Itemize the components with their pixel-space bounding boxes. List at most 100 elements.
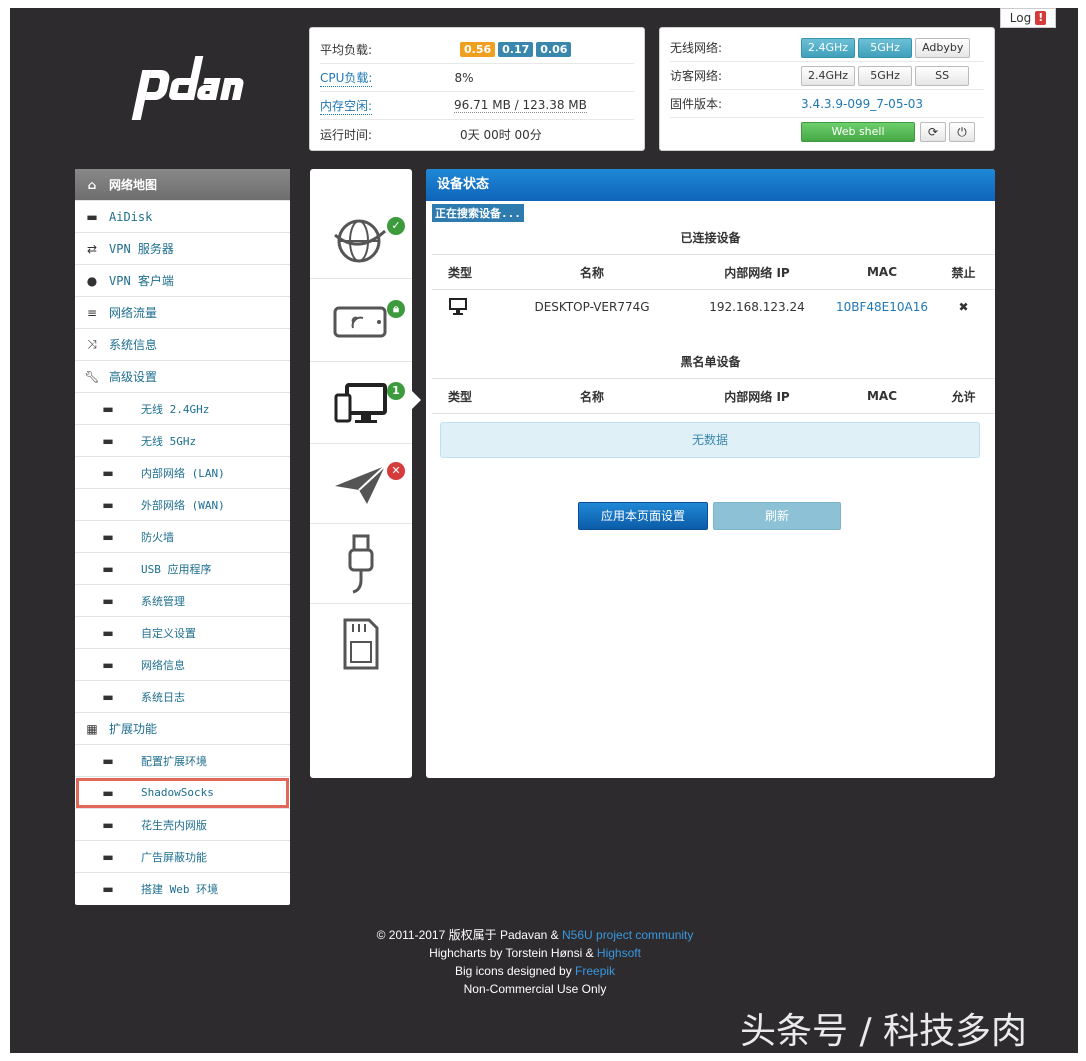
web-shell-button[interactable]: Web shell — [801, 122, 915, 142]
log-label: Log — [1009, 11, 1032, 25]
dash-icon: ▬ — [102, 433, 114, 448]
sidebar-label: 无线 2.4GHz — [141, 402, 210, 416]
dash-icon: ▬ — [102, 561, 114, 576]
guest-2g-button[interactable]: 2.4GHz — [801, 65, 856, 86]
check-icon: ✓ — [387, 217, 405, 235]
load-1min-badge: 0.56 — [460, 42, 496, 57]
sidebar-subitem-shadowsocks[interactable]: ▬ ShadowSocks — [75, 777, 290, 809]
panel-title: 设备状态 — [426, 169, 995, 201]
sidebar-label: 网络地图 — [109, 178, 158, 192]
col-allow: 允许 — [951, 389, 976, 404]
highsoft-link[interactable]: Highsoft — [597, 946, 641, 960]
device-mac-link[interactable]: 10BF48E10A16 — [832, 300, 932, 314]
load-row: 平均负载: 0.56 0.17 0.06 — [320, 36, 634, 64]
home-icon: ⌂ — [87, 177, 97, 192]
sidebar-subitem-firewall[interactable]: ▬ 防火墙 — [75, 521, 290, 553]
random-icon: ⤨ — [87, 337, 97, 351]
lock-icon: 🔒︎ — [387, 300, 405, 318]
guest-5g-button[interactable]: 5GHz — [858, 65, 913, 86]
col-mac: MAC — [866, 265, 898, 279]
connected-devices-title: 已连接设备 — [680, 231, 741, 245]
project-community-link[interactable]: N56U project community — [562, 928, 693, 942]
list-icon: ≡ — [86, 305, 98, 320]
copyright-text: © 2011-2017 版权属于 Padavan & — [376, 928, 562, 942]
no-data-message: 无数据 — [440, 422, 980, 458]
drive-icon: ▬ — [86, 209, 98, 224]
sidebar-subitem-wan[interactable]: ▬ 外部网络 (WAN) — [75, 489, 290, 521]
copyright-line: © 2011-2017 版权属于 Padavan & N56U project … — [300, 926, 770, 944]
sidebar-item-network-map[interactable]: ⌂ 网络地图 — [75, 169, 290, 201]
dash-icon: ▬ — [102, 625, 114, 640]
sidebar-label: 防火墙 — [141, 530, 174, 544]
icons-credit-text: Big icons designed by — [454, 964, 576, 978]
refresh-icon[interactable]: ⟳ — [920, 122, 946, 142]
col-name: 名称 — [579, 265, 604, 280]
sidebar-subitem-lan[interactable]: ▬ 内部网络 (LAN) — [75, 457, 290, 489]
sidebar-subitem-wifi-5g[interactable]: ▬ 无线 5GHz — [75, 425, 290, 457]
device-name: DESKTOP-VER774G — [534, 300, 650, 314]
block-device-icon[interactable]: ✖ — [932, 300, 995, 314]
clients-tile[interactable]: 1 — [310, 364, 412, 444]
sidebar-label: 扩展功能 — [109, 722, 158, 736]
power-icon[interactable]: ⏻ — [949, 122, 975, 142]
log-button[interactable]: Log ! — [1000, 8, 1056, 28]
sidebar-subitem-netinfo[interactable]: ▬ 网络信息 — [75, 649, 290, 681]
dash-icon: ▬ — [102, 529, 114, 544]
usb-tile[interactable] — [310, 524, 412, 604]
system-status-panel: 平均负载: 0.56 0.17 0.06 CPU负载: 8% 内存空闲: 96.… — [309, 27, 645, 151]
wifi-2g-button[interactable]: 2.4GHz — [801, 37, 856, 58]
usb-icon — [348, 534, 374, 593]
cpu-load-value: 8% — [454, 70, 474, 85]
uptime-value: 0天 00时 00分 — [460, 127, 542, 142]
wrench-icon: 🔧︎ — [84, 369, 100, 384]
refresh-button[interactable]: 刷新 — [713, 502, 841, 530]
guest-label: 访客网络: — [670, 69, 723, 83]
col-type: 类型 — [448, 265, 473, 280]
memory-free-link[interactable]: 内存空闲: — [320, 97, 373, 115]
sidebar-subitem-ext-env[interactable]: ▬ 配置扩展环境 — [75, 745, 290, 777]
sidebar-subitem-admin[interactable]: ▬ 系统管理 — [75, 585, 290, 617]
sidebar-item-aidisk[interactable]: ▬ AiDisk — [75, 201, 290, 233]
load-label: 平均负载: — [320, 43, 373, 57]
sidebar-item-system-info[interactable]: ⤨ 系统信息 — [75, 329, 290, 361]
sdcard-tile[interactable] — [310, 604, 412, 684]
sidebar-subitem-wifi-2g[interactable]: ▬ 无线 2.4GHz — [75, 393, 290, 425]
sidebar-subitem-adblock[interactable]: ▬ 广告屏蔽功能 — [75, 841, 290, 873]
firmware-version-link[interactable]: 3.4.3.9-099_7-05-03 — [801, 97, 923, 111]
memory-row: 内存空闲: 96.71 MB / 123.38 MB — [320, 92, 634, 120]
sidebar-label: 网络流量 — [109, 306, 158, 320]
sidebar-label: 系统日志 — [141, 690, 185, 704]
sidebar-item-vpn-client[interactable]: ● VPN 客户端 — [75, 265, 290, 297]
sidebar-item-extensions[interactable]: ▦ 扩展功能 — [75, 713, 290, 745]
sd-card-icon — [343, 618, 379, 670]
internet-tile[interactable]: ✓ — [310, 199, 412, 279]
error-icon: ✕ — [387, 462, 405, 480]
globe-icon: ● — [86, 273, 98, 288]
sidebar-subitem-custom[interactable]: ▬ 自定义设置 — [75, 617, 290, 649]
globe-icon — [334, 219, 387, 262]
col-type: 类型 — [448, 389, 473, 404]
wireless-tile[interactable]: 🔒︎ — [310, 282, 412, 362]
sidebar-label: 花生壳内网版 — [141, 818, 207, 832]
wan-tile[interactable]: ✕ — [310, 444, 412, 524]
sidebar-label: AiDisk — [109, 209, 153, 224]
sidebar-item-traffic[interactable]: ≡ 网络流量 — [75, 297, 290, 329]
sidebar-item-vpn-server[interactable]: ⇄ VPN 服务器 — [75, 233, 290, 265]
wifi-5g-button[interactable]: 5GHz — [858, 37, 913, 58]
cpu-row: CPU负载: 8% — [320, 64, 634, 92]
apply-settings-button[interactable]: 应用本页面设置 — [578, 502, 708, 530]
dash-icon: ▬ — [102, 497, 114, 512]
sidebar-label: 配置扩展环境 — [141, 754, 207, 768]
sidebar-subitem-web-env[interactable]: ▬ 搭建 Web 环境 — [75, 873, 290, 905]
freepik-link[interactable]: Freepik — [575, 964, 615, 978]
sidebar-item-advanced[interactable]: 🔧︎ 高级设置 — [75, 361, 290, 393]
col-name: 名称 — [579, 389, 604, 404]
dash-icon: ▬ — [102, 689, 114, 704]
cpu-load-link[interactable]: CPU负载: — [320, 69, 373, 87]
sidebar-subitem-syslog[interactable]: ▬ 系统日志 — [75, 681, 290, 713]
ss-button[interactable]: SS — [915, 65, 970, 86]
sidebar-subitem-oray[interactable]: ▬ 花生壳内网版 — [75, 809, 290, 841]
sidebar-subitem-usb[interactable]: ▬ USB 应用程序 — [75, 553, 290, 585]
adbyby-button[interactable]: Adbyby — [915, 37, 971, 58]
tablet-wifi-icon — [333, 306, 387, 337]
